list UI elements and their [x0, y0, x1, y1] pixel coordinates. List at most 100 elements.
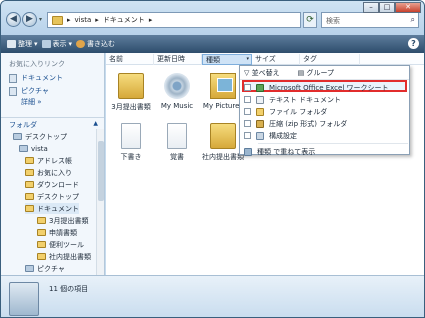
favorite-link-documents[interactable]: ドキュメント: [9, 73, 63, 83]
sort-option[interactable]: ▽ 並べ替え: [244, 68, 280, 79]
file-item[interactable]: 下書き: [106, 123, 156, 162]
tree-node[interactable]: 申請書類: [37, 227, 77, 238]
filter-option[interactable]: 構成設定: [244, 130, 407, 141]
chevron-down-icon[interactable]: ▾: [246, 56, 249, 62]
scrollbar-thumb[interactable]: [98, 141, 104, 201]
folder-icon: [19, 145, 28, 152]
group-option[interactable]: ▤ グループ: [298, 68, 334, 79]
address-bar[interactable]: ▸ vista ▸ ドキュメント ▸: [47, 12, 301, 28]
crumb-sep: ▸: [148, 16, 153, 24]
txt-file-type-icon: [256, 95, 264, 104]
tree-node[interactable]: デスクトップ: [13, 131, 67, 142]
filter-option-label: 圧縮 (zip 形式) フォルダ: [269, 119, 348, 128]
stack-label: 種類 で重ねて表示: [257, 147, 316, 156]
filter-option[interactable]: Microsoft Office Excel ワークシート: [244, 82, 407, 93]
tree-node[interactable]: デスクトップ: [25, 191, 79, 202]
search-icon[interactable]: ⌕: [411, 15, 415, 25]
filter-option-label: Microsoft Office Excel ワークシート: [269, 83, 389, 92]
tree-node-label: デスクトップ: [25, 132, 67, 141]
help-icon[interactable]: ?: [408, 38, 419, 49]
folders-header[interactable]: フォルダ ▲: [1, 117, 104, 129]
crumb-documents[interactable]: ドキュメント: [103, 15, 145, 25]
checkbox[interactable]: [244, 132, 251, 139]
filter-option[interactable]: 圧縮 (zip 形式) フォルダ: [244, 118, 407, 129]
details-pane: 11 個の項目: [1, 275, 424, 317]
tree-node[interactable]: アドレス帳: [25, 155, 72, 166]
back-button-icon[interactable]: ◀: [6, 12, 21, 27]
column-type[interactable]: 種類 ▾: [202, 54, 252, 65]
organize-label: 整理: [18, 40, 32, 48]
tree-node[interactable]: 便利ツール: [37, 239, 84, 250]
column-modified[interactable]: 更新日時: [154, 54, 202, 65]
tree-node[interactable]: お気に入り: [25, 167, 72, 178]
tree-node[interactable]: ダウンロード: [25, 179, 79, 190]
stack-option[interactable]: 種類 で重ねて表示: [244, 146, 407, 157]
folder-icon: [25, 205, 34, 212]
tree-scrollbar[interactable]: [96, 129, 104, 275]
stack-icon: [244, 147, 252, 156]
favorite-label: ドキュメント: [21, 74, 63, 82]
filter-option[interactable]: ファイル フォルダ: [244, 106, 407, 117]
file-item[interactable]: 覚書: [152, 123, 202, 162]
tree-node-label: ダウンロード: [37, 180, 79, 189]
tree-node[interactable]: 3月提出書類: [37, 215, 88, 226]
address-bar-area: ◀ ▶ ▾ ▸ vista ▸ ドキュメント ▸ ⟳ 検索 ⌕ – □ ✕: [1, 1, 424, 35]
burn-button[interactable]: 書き込む: [76, 39, 115, 49]
checkbox[interactable]: [244, 96, 251, 103]
chevron-down-icon: ▾: [68, 40, 73, 48]
minimize-icon[interactable]: –: [363, 2, 379, 13]
folder-icon: [37, 253, 46, 260]
crumb-sep: ▸: [95, 16, 99, 24]
dropdown-top-row: ▽ 並べ替え ▤ グループ: [240, 68, 409, 80]
tree-node-label: ドキュメント: [37, 204, 79, 213]
burn-disc-icon: [76, 40, 86, 48]
organize-icon: [7, 40, 16, 48]
tree-node[interactable]: ピクチャ: [25, 263, 65, 274]
checkbox[interactable]: [244, 120, 251, 127]
command-bar: 整理 ▾ 表示 ▾ 書き込む ?: [1, 35, 424, 53]
tree-node[interactable]: 社内提出書類: [37, 251, 91, 262]
folder-icon: [25, 169, 34, 176]
file-item-label: My Music: [160, 102, 194, 110]
burn-label: 書き込む: [87, 40, 116, 48]
tree-node[interactable]: vista: [19, 143, 48, 154]
favorite-link-pictures[interactable]: ピクチャ: [9, 86, 49, 96]
tree-node-label: ピクチャ: [37, 264, 65, 273]
tree-node-label: 社内提出書類: [49, 252, 91, 261]
more-link[interactable]: 詳細 »: [21, 97, 42, 107]
cfg-file-type-icon: [256, 131, 264, 140]
documents-icon: [9, 73, 17, 83]
history-dropdown-icon[interactable]: ▾: [39, 16, 42, 23]
forward-button-icon[interactable]: ▶: [22, 12, 37, 27]
tree-node-label: お気に入り: [37, 168, 72, 177]
filter-option[interactable]: テキスト ドキュメント: [244, 94, 407, 105]
xls-file-type-icon: [256, 83, 264, 92]
column-size[interactable]: サイズ: [252, 54, 300, 65]
crumb-sep: ▸: [67, 16, 71, 24]
maximize-icon[interactable]: □: [379, 2, 395, 13]
favorites-header: お気に入りリンク: [9, 60, 65, 68]
search-placeholder: 検索: [326, 17, 340, 25]
tree-node[interactable]: ドキュメント: [25, 203, 79, 214]
refresh-icon[interactable]: ⟳: [303, 12, 317, 28]
folder-icon: [25, 181, 34, 188]
views-button[interactable]: 表示 ▾: [41, 39, 73, 49]
sort-label: 並べ替え: [251, 69, 280, 77]
column-name[interactable]: 名前: [106, 54, 154, 65]
explorer-window: ◀ ▶ ▾ ▸ vista ▸ ドキュメント ▸ ⟳ 検索 ⌕ – □ ✕ 整理…: [0, 0, 425, 318]
search-input[interactable]: 検索 ⌕: [321, 12, 419, 28]
file-item[interactable]: 3月提出書類: [106, 73, 156, 112]
checkbox[interactable]: [244, 84, 251, 91]
column-tags[interactable]: タグ: [300, 54, 360, 65]
folder-icon: [25, 157, 34, 164]
crumb-vista[interactable]: vista: [75, 16, 92, 24]
close-icon[interactable]: ✕: [395, 2, 421, 13]
file-item-label: 覚書: [170, 153, 184, 161]
folder-icon: [52, 15, 63, 25]
file-item[interactable]: My Music: [152, 73, 202, 110]
fold-file-type-icon: [256, 107, 264, 116]
folder-icon: [25, 265, 34, 272]
tree-node-label: 便利ツール: [49, 240, 84, 249]
organize-button[interactable]: 整理 ▾: [7, 39, 38, 49]
checkbox[interactable]: [244, 108, 251, 115]
